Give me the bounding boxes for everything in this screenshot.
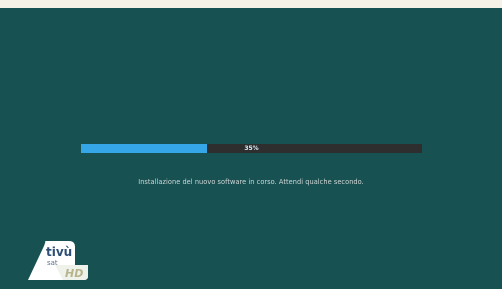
logo-hd-text: HD (65, 267, 83, 280)
logo-sat-text: sat (47, 259, 58, 267)
tivusat-logo-icon: tivù sat HD (28, 241, 88, 280)
update-screen: 35% Installazione del nuovo software in … (0, 8, 502, 289)
logo-tivu-text: tivù (46, 245, 72, 259)
progress-percent: 35% (244, 145, 259, 152)
progress-bar: 35% (81, 144, 422, 153)
tivusat-logo: tivù sat HD (24, 236, 96, 282)
installation-status-message: Installazione del nuovo software in cors… (138, 178, 364, 186)
